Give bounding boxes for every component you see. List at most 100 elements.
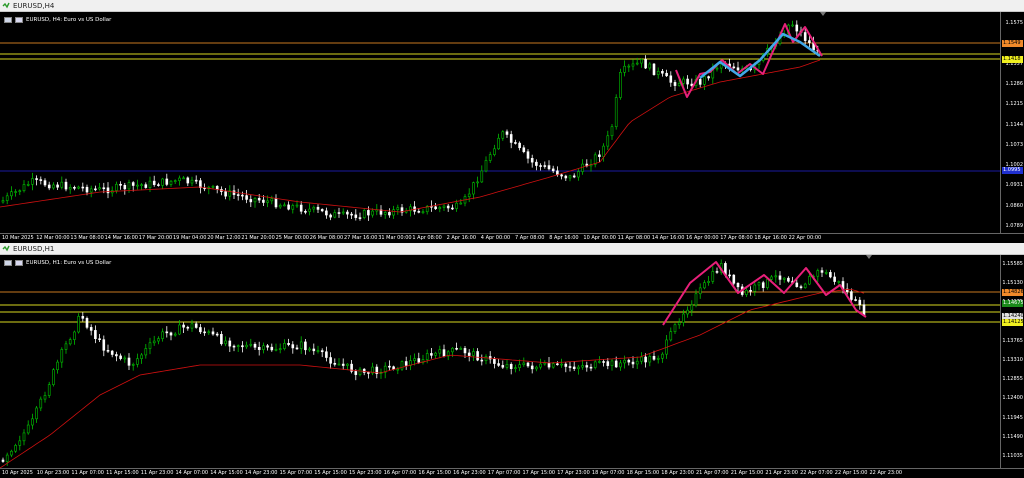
window-titlebar[interactable]: EURUSD,H4 xyxy=(0,0,1024,12)
price-tick-label: 1.0789 xyxy=(1005,223,1024,229)
candle-body xyxy=(614,360,618,368)
chart-window-h4[interactable]: EURUSD,H4 EURUSD, H4: Euro vs US Dollar … xyxy=(0,0,1024,243)
price-axis[interactable]: 1.15751.14951.13571.12861.12151.11441.10… xyxy=(1000,12,1024,233)
candle-body xyxy=(808,40,811,43)
price-tick-label: 1.11035 xyxy=(1002,453,1023,459)
candle-body xyxy=(728,274,731,277)
candle-body xyxy=(115,354,118,357)
candle-body xyxy=(115,183,118,191)
time-tick-label: 26 Mar 08:00 xyxy=(309,235,344,241)
candle-body xyxy=(787,277,790,282)
candle-body xyxy=(682,78,685,84)
candle-body xyxy=(383,212,387,215)
candle-body xyxy=(472,182,475,195)
time-axis[interactable]: 10 Apr 2025 10 Apr 23:00 11 Apr 07:00 11 Ap… xyxy=(0,468,1024,478)
candle-body xyxy=(1,459,5,462)
candle-body xyxy=(186,326,190,329)
candle-body xyxy=(505,364,509,368)
candle-body xyxy=(148,342,152,349)
candle-body xyxy=(215,185,219,190)
candle-body xyxy=(31,418,34,426)
candle-body xyxy=(673,82,677,86)
window-titlebar[interactable]: EURUSD,H1 xyxy=(0,243,1024,255)
pattern-zigzag-line xyxy=(675,23,823,98)
price-axis[interactable]: 1.155851.151301.146751.142201.137651.133… xyxy=(1000,255,1024,468)
candle-body xyxy=(627,65,631,68)
candle-body xyxy=(593,361,597,368)
candle-body xyxy=(451,347,454,353)
candle-body xyxy=(833,276,836,282)
candle-body xyxy=(640,59,643,64)
time-tick-label: 18 Apr 16:00 xyxy=(754,235,787,241)
candle-body xyxy=(686,309,689,315)
candle-body xyxy=(249,199,253,203)
time-tick-label: 15 Apr 23:00 xyxy=(349,470,382,476)
candle-body xyxy=(60,181,64,188)
candle-body xyxy=(14,191,17,193)
candlestick-plot[interactable] xyxy=(0,12,1000,233)
candle-body xyxy=(47,184,51,189)
candle-body xyxy=(157,338,160,342)
time-axis[interactable]: 10 Mar 2025 12 Mar 00:00 13 Mar 08:00 14 Ma… xyxy=(0,233,1024,243)
candle-body xyxy=(501,131,505,139)
candle-body xyxy=(598,154,601,157)
candle-body xyxy=(127,182,131,190)
candle-body xyxy=(178,177,181,181)
candle-body xyxy=(648,356,652,363)
candle-body xyxy=(703,76,706,85)
candle-body xyxy=(371,210,374,216)
time-tick-label: 13 Mar 08:00 xyxy=(70,235,104,241)
time-tick-label: 11 Apr 08:00 xyxy=(617,235,651,241)
candle-body xyxy=(123,357,127,360)
candle-body xyxy=(10,450,13,456)
time-tick-label: 21 Mar 20:00 xyxy=(241,235,275,241)
candle-body xyxy=(81,316,85,319)
candle-body xyxy=(152,340,156,344)
candle-body xyxy=(367,210,370,216)
candle-body xyxy=(509,134,513,143)
chart-window-h1[interactable]: EURUSD,H1 EURUSD, H1: Euro vs US Dollar … xyxy=(0,243,1024,478)
price-chart-h4[interactable]: EURUSD, H4: Euro vs US Dollar 1.1575 1.14… xyxy=(0,12,1024,243)
chart-header: EURUSD, H4: Euro vs US Dollar xyxy=(4,15,111,24)
candle-body xyxy=(312,348,316,352)
chart-shift-marker[interactable] xyxy=(820,12,826,16)
candle-body xyxy=(509,364,513,369)
candle-body xyxy=(392,209,395,216)
price-tick-label: 1.12400 xyxy=(1002,395,1023,402)
time-tick-label: 21 Apr 23:00 xyxy=(765,470,798,476)
candle-body xyxy=(131,182,135,186)
price-level-tag: 1.14675 xyxy=(1002,300,1023,307)
candle-body xyxy=(5,454,9,462)
candle-body xyxy=(329,357,332,364)
candle-body xyxy=(354,214,358,218)
candle-body xyxy=(350,213,353,216)
candle-body xyxy=(446,205,450,209)
candle-body xyxy=(564,363,568,367)
price-chart-h1[interactable]: EURUSD, H1: Euro vs US Dollar 1.15585 1.1… xyxy=(0,255,1024,478)
chart-shift-marker[interactable] xyxy=(866,255,872,259)
candle-body xyxy=(26,424,30,434)
candlestick-plot[interactable] xyxy=(0,255,1000,468)
time-tick-label: 1 Apr 08:00 xyxy=(412,235,442,241)
price-tick-label: 1.12855 xyxy=(1002,376,1023,383)
candle-body xyxy=(577,171,580,178)
time-tick-label: 18 Apr 07:00 xyxy=(591,470,625,476)
candle-body xyxy=(22,184,26,192)
time-tick-label: 14 Apr 15:00 xyxy=(210,470,243,476)
candle-body xyxy=(346,211,349,215)
candle-body xyxy=(367,372,370,374)
time-tick-label: 11 Apr 07:00 xyxy=(71,470,104,476)
candle-body xyxy=(283,204,286,207)
candle-body xyxy=(215,333,219,336)
candle-body xyxy=(564,175,568,179)
candle-body xyxy=(824,272,828,274)
price-level-tag: 1.1549 xyxy=(1002,40,1023,47)
candle-body xyxy=(572,366,576,370)
candle-body xyxy=(547,165,551,170)
candle-body xyxy=(631,361,635,365)
candle-body xyxy=(669,331,673,341)
candle-body xyxy=(39,179,43,181)
candle-body xyxy=(568,366,572,368)
candle-body xyxy=(169,180,173,185)
candle-body xyxy=(434,206,437,210)
